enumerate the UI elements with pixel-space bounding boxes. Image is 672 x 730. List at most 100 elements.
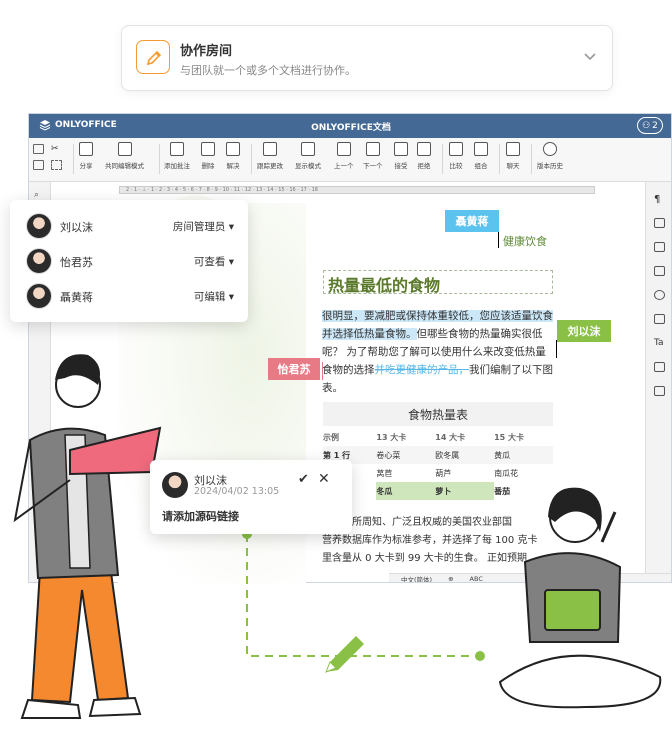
track-changes-icon bbox=[263, 142, 277, 156]
member-name: 刘以沫 bbox=[60, 221, 93, 234]
comment-card: 刘以沫 2024/04/02 13:05 ✔ ✕ 请添加源码链接 bbox=[150, 460, 352, 534]
document-title: ONLYOFFICE文档 bbox=[311, 123, 391, 133]
close-icon[interactable]: ✕ bbox=[318, 471, 330, 487]
display-mode-button[interactable]: 显示模式 bbox=[295, 142, 321, 170]
users-count-button[interactable]: ⚇ 2 bbox=[637, 117, 663, 134]
chat-button[interactable]: 聊天 bbox=[506, 142, 520, 170]
table-cell: 萝卜 bbox=[435, 482, 495, 500]
coediting-icon bbox=[117, 142, 132, 156]
accept-button[interactable]: 接受 bbox=[394, 142, 408, 170]
cursor-label-nie: 聶黄蒋 bbox=[445, 210, 499, 232]
pencil-icon bbox=[325, 636, 364, 673]
table-cell: 冬瓜 bbox=[376, 482, 436, 500]
toolbar: ✂ 分享 共同编辑模式 添加批注 删除 解决 跟踪更改 显示模式 上一个 下一个… bbox=[29, 138, 671, 182]
member-row[interactable]: 刘以沫 房间管理员 ▾ bbox=[10, 210, 248, 244]
version-history-button[interactable]: 版本历史 bbox=[537, 142, 563, 170]
table-icon[interactable] bbox=[654, 218, 665, 228]
add-comment-button[interactable]: 添加批注 bbox=[164, 142, 190, 170]
comment-date: 2024/04/02 13:05 bbox=[194, 486, 280, 497]
table-header: 15 大卡 bbox=[494, 432, 525, 442]
table-cell: 南瓜花 bbox=[494, 468, 519, 478]
next-icon bbox=[365, 142, 380, 156]
text-art-icon[interactable]: Ta bbox=[654, 338, 665, 348]
table-row: 莴苣 葫芦 南瓜花 bbox=[323, 464, 553, 482]
table-header: 13 大卡 bbox=[376, 432, 407, 442]
previous-change-button[interactable]: 上一个 bbox=[334, 142, 354, 170]
resolve-button[interactable]: 解决 bbox=[226, 142, 240, 170]
chart-icon[interactable] bbox=[654, 314, 665, 324]
add-comment-icon bbox=[170, 142, 184, 156]
compare-icon bbox=[449, 142, 463, 156]
table-cell: 卷心菜 bbox=[376, 450, 401, 460]
header-footer-icon[interactable] bbox=[654, 266, 665, 276]
document-tag: 健康饮食 bbox=[503, 235, 547, 248]
member-row[interactable]: 聶黄蒋 可编辑 ▾ bbox=[10, 280, 248, 314]
track-changes-button[interactable]: 跟踪更改 bbox=[257, 142, 283, 170]
table-row: 第 1 行 卷心菜 欧冬属 黄瓜 bbox=[323, 446, 553, 464]
title-bar: ONLYOFFICE ONLYOFFICE文档 ⚇ 2 bbox=[29, 114, 671, 138]
cursor-label-liu: 刘以沫 bbox=[557, 320, 611, 342]
reject-icon bbox=[417, 142, 431, 156]
deleted-text: 并吃更健康的产品， bbox=[374, 364, 470, 376]
reject-button[interactable]: 拒绝 bbox=[417, 142, 431, 170]
accept-icon bbox=[394, 142, 408, 156]
avatar bbox=[26, 213, 52, 239]
cut-icon[interactable]: ✂ bbox=[51, 144, 62, 154]
member-role-dropdown[interactable]: 可编辑 ▾ bbox=[194, 289, 234, 304]
cursor-yi bbox=[322, 362, 323, 380]
shape-icon[interactable] bbox=[654, 290, 665, 300]
display-mode-icon bbox=[301, 142, 315, 156]
compare-button[interactable]: 比较 bbox=[449, 142, 463, 170]
image-icon[interactable] bbox=[654, 242, 665, 252]
table-header: 示例 bbox=[323, 432, 339, 442]
paragraph-1: 很明显，要减肥或保持体重较低，您应该适量饮食并选择低热量食物。但哪些食物的热量确… bbox=[322, 307, 556, 397]
next-change-button[interactable]: 下一个 bbox=[363, 142, 383, 170]
coediting-mode-button[interactable]: 共同编辑模式 bbox=[105, 142, 144, 170]
collaboration-room-card[interactable]: 协作房间 与团队就一个或多个文档进行协作。 bbox=[121, 25, 613, 91]
member-row[interactable]: 怡君苏 可查看 ▾ bbox=[10, 245, 248, 279]
delete-comment-button[interactable]: 删除 bbox=[201, 142, 215, 170]
share-button[interactable]: 分享 bbox=[79, 142, 93, 170]
copy-icon[interactable] bbox=[33, 144, 44, 154]
avatar bbox=[26, 283, 52, 309]
horizontal-ruler[interactable]: 2 · 1 · ⊥ · 1 · 2 · 3 · 4 · 5 · 6 · 7 · … bbox=[119, 186, 595, 194]
mail-merge-icon[interactable] bbox=[654, 362, 665, 372]
resolve-icon bbox=[226, 142, 240, 156]
table-cell: 欧冬属 bbox=[435, 450, 460, 460]
member-name: 聶黄蒋 bbox=[60, 291, 93, 304]
member-role-dropdown[interactable]: 房间管理员 ▾ bbox=[173, 219, 234, 234]
chevron-down-icon[interactable] bbox=[582, 48, 598, 64]
table-cell: 莴苣 bbox=[376, 468, 393, 478]
table-cell: 黄瓜 bbox=[494, 450, 511, 460]
combine-button[interactable]: 组合 bbox=[474, 142, 488, 170]
delete-icon bbox=[201, 142, 215, 156]
chat-icon bbox=[506, 142, 520, 156]
comment-text: 请添加源码链接 bbox=[162, 510, 239, 523]
edit-pencil-icon bbox=[136, 40, 170, 74]
search-icon[interactable]: ⌕ bbox=[34, 190, 39, 200]
resolve-check-icon[interactable]: ✔ bbox=[298, 472, 309, 487]
member-role-dropdown[interactable]: 可查看 ▾ bbox=[194, 254, 234, 269]
version-history-icon bbox=[543, 142, 557, 156]
document-heading: 热量最低的食物 bbox=[328, 276, 441, 295]
table-cell: 葫芦 bbox=[435, 468, 452, 478]
signature-icon[interactable] bbox=[654, 386, 665, 396]
cursor-nie bbox=[498, 232, 499, 248]
member-name: 怡君苏 bbox=[60, 256, 93, 269]
feature-subtitle: 与团队就一个或多个文档进行协作。 bbox=[180, 64, 356, 77]
paste-icon[interactable] bbox=[33, 160, 44, 170]
previous-icon bbox=[336, 142, 351, 156]
table-title: 食物热量表 bbox=[323, 402, 553, 426]
share-icon bbox=[79, 142, 93, 156]
room-members-panel: 刘以沫 房间管理员 ▾ 怡君苏 可查看 ▾ 聶黄蒋 可编辑 ▾ bbox=[10, 200, 248, 322]
sitting-person-illustration bbox=[498, 487, 662, 709]
combine-icon bbox=[474, 142, 488, 156]
cursor-liu bbox=[556, 340, 557, 358]
avatar bbox=[162, 472, 188, 498]
cursor-label-yi: 怡君苏 bbox=[268, 358, 320, 380]
feature-title: 协作房间 bbox=[180, 44, 233, 59]
select-all-icon[interactable] bbox=[51, 160, 62, 170]
paragraph-icon[interactable]: ¶ bbox=[654, 194, 665, 205]
avatar bbox=[26, 248, 52, 274]
table-header: 14 大卡 bbox=[435, 432, 466, 442]
